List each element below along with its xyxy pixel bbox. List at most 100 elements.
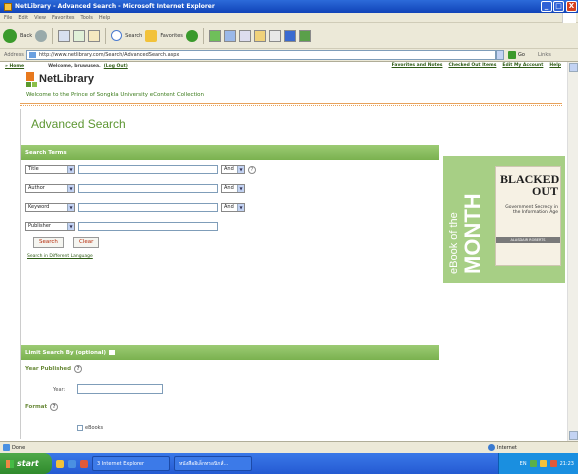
tray-security-icon[interactable] bbox=[549, 460, 557, 467]
home-link[interactable]: » Home bbox=[5, 64, 24, 69]
search-panel: Advanced Search Search Terms Title ▼ And ▼… bbox=[20, 109, 439, 439]
address-url: http://www.netlibrary.com/Search/Advance… bbox=[39, 52, 180, 58]
menu-help[interactable]: Help bbox=[99, 15, 110, 21]
vertical-scrollbar[interactable] bbox=[567, 62, 578, 441]
menu-file[interactable]: File bbox=[4, 15, 12, 21]
go-button[interactable]: Go bbox=[508, 50, 530, 60]
toolbar-divider bbox=[202, 27, 204, 44]
search-icon[interactable] bbox=[111, 30, 123, 41]
collection-welcome: Welcome to the Prince of Songkla Univers… bbox=[26, 92, 205, 98]
chevron-down-icon: ▼ bbox=[237, 204, 244, 211]
favorites-label[interactable]: Favorites bbox=[160, 33, 183, 39]
links-label[interactable]: Links bbox=[538, 52, 551, 58]
help-link[interactable]: Help bbox=[549, 63, 561, 68]
tray-volume-icon[interactable] bbox=[539, 460, 547, 467]
netlibrary-logo[interactable]: NetLibrary bbox=[26, 72, 94, 90]
search-button[interactable]: Search bbox=[33, 237, 64, 248]
stop-icon[interactable] bbox=[58, 29, 71, 42]
format-label: Format ? bbox=[25, 403, 59, 411]
scroll-down-icon[interactable] bbox=[569, 431, 578, 440]
address-input[interactable]: http://www.netlibrary.com/Search/Advance… bbox=[26, 50, 496, 60]
ebook-of-month-promo[interactable]: eBook of the MONTH BLACKED OUT Governmen… bbox=[443, 156, 565, 283]
help-icon[interactable]: ? bbox=[248, 165, 256, 174]
expand-icon[interactable] bbox=[109, 350, 115, 355]
search-term-input[interactable] bbox=[78, 165, 218, 174]
start-button[interactable]: start bbox=[0, 453, 52, 474]
search-row-author: Author ▼ And ▼ bbox=[25, 184, 245, 193]
promo-line1: eBook of the bbox=[448, 212, 460, 274]
mail-icon[interactable] bbox=[223, 29, 236, 42]
minimize-button[interactable]: _ bbox=[541, 1, 552, 12]
ebooks-checkbox[interactable] bbox=[77, 425, 83, 431]
search-row-title: Title ▼ And ▼ ? bbox=[25, 165, 256, 174]
field-select[interactable]: Author ▼ bbox=[25, 184, 75, 193]
field-select[interactable]: Keyword ▼ bbox=[25, 203, 75, 212]
checked-out-items-link[interactable]: Checked Out Items bbox=[448, 63, 496, 68]
operator-select[interactable]: And ▼ bbox=[221, 165, 245, 174]
edit-icon[interactable] bbox=[253, 29, 266, 42]
chevron-down-icon: ▼ bbox=[67, 204, 74, 211]
menu-edit[interactable]: Edit bbox=[18, 15, 28, 21]
search-term-input[interactable] bbox=[78, 184, 218, 193]
book-title: BLACKED OUT bbox=[500, 172, 560, 198]
refresh-icon[interactable] bbox=[73, 29, 86, 42]
language-indicator[interactable]: EN bbox=[520, 461, 527, 467]
media-icon[interactable] bbox=[185, 29, 198, 42]
operator-select[interactable]: And ▼ bbox=[221, 184, 245, 193]
search-term-input[interactable] bbox=[78, 203, 218, 212]
page-done-icon bbox=[3, 444, 10, 451]
messenger-icon[interactable] bbox=[298, 29, 311, 42]
logo-text: NetLibrary bbox=[39, 73, 95, 85]
back-arrow-icon[interactable] bbox=[3, 28, 17, 43]
bluetooth-icon[interactable] bbox=[283, 29, 296, 42]
back-label[interactable]: Back bbox=[20, 33, 32, 39]
year-input[interactable] bbox=[77, 384, 163, 394]
search-label[interactable]: Search bbox=[125, 33, 142, 39]
search-term-input[interactable] bbox=[78, 222, 218, 231]
discuss-icon[interactable] bbox=[268, 29, 281, 42]
operator-select[interactable]: And ▼ bbox=[221, 203, 245, 212]
clock: 21:23 bbox=[559, 460, 574, 467]
field-select[interactable]: Publisher ▼ bbox=[25, 222, 75, 231]
go-arrow-icon bbox=[508, 51, 516, 59]
menu-view[interactable]: View bbox=[34, 15, 46, 21]
ebooks-label: eBooks bbox=[85, 425, 104, 431]
maximize-button[interactable]: □ bbox=[553, 1, 564, 12]
quicklaunch-media-icon[interactable] bbox=[80, 459, 88, 468]
menu-tools[interactable]: Tools bbox=[81, 15, 93, 21]
quicklaunch-ie-icon[interactable] bbox=[68, 459, 76, 468]
tray-network-icon[interactable] bbox=[529, 460, 537, 467]
favorites-notes-link[interactable]: Favorites and Notes bbox=[392, 63, 443, 68]
chevron-down-icon: ▼ bbox=[67, 166, 74, 173]
system-tray: EN 21:23 bbox=[498, 453, 578, 474]
home-icon[interactable] bbox=[88, 29, 101, 42]
scroll-up-icon[interactable] bbox=[569, 63, 578, 72]
address-bar: Address http://www.netlibrary.com/Search… bbox=[0, 49, 578, 62]
internet-globe-icon bbox=[488, 444, 495, 451]
taskbar-item-document[interactable]: หนังสืออิเล็กทรอนิกส์... bbox=[174, 456, 252, 471]
history-icon[interactable] bbox=[208, 29, 221, 42]
menu-favorites[interactable]: Favorites bbox=[52, 15, 75, 21]
favorites-star-icon[interactable] bbox=[145, 29, 158, 42]
welcome-user-text: Welcome, bruwusea. bbox=[48, 63, 101, 69]
book-cover[interactable]: BLACKED OUT Government Secrecy in the In… bbox=[495, 166, 561, 266]
clear-button[interactable]: Clear bbox=[73, 237, 100, 248]
logout-link[interactable]: (Log Out) bbox=[104, 64, 128, 69]
help-icon[interactable]: ? bbox=[50, 403, 59, 411]
help-icon[interactable]: ? bbox=[74, 365, 83, 373]
forward-arrow-icon[interactable] bbox=[35, 29, 48, 42]
quicklaunch-desktop-icon[interactable] bbox=[56, 459, 64, 468]
logo-blocks-icon bbox=[26, 72, 38, 90]
search-terms-header: Search Terms bbox=[21, 145, 439, 160]
promo-banner: eBook of the MONTH bbox=[443, 156, 489, 283]
taskbar-item-ie[interactable]: 3 Internet Explorer bbox=[92, 456, 170, 471]
address-dropdown-icon[interactable] bbox=[496, 50, 504, 60]
print-icon[interactable] bbox=[238, 29, 251, 42]
go-label: Go bbox=[518, 52, 525, 58]
edit-account-link[interactable]: Edit My Account bbox=[502, 63, 543, 68]
close-button[interactable]: X bbox=[566, 1, 577, 12]
security-zone: Internet bbox=[488, 444, 517, 451]
field-select[interactable]: Title ▼ bbox=[25, 165, 75, 174]
ebooks-option[interactable]: eBooks bbox=[77, 425, 103, 431]
different-language-link[interactable]: Search in Different Language bbox=[27, 254, 93, 259]
